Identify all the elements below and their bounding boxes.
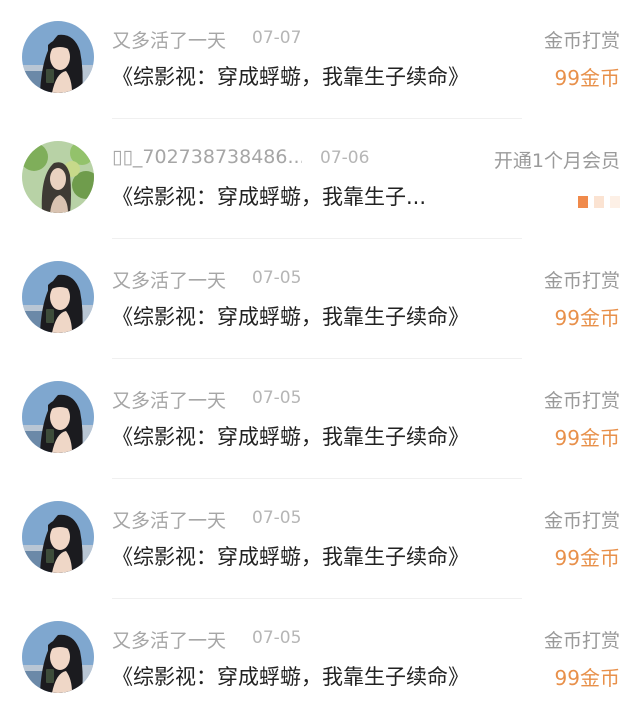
list-item[interactable]: ▯▯_702738738486... 07-06 《综影视：穿成蜉蝣，我靠生子.… bbox=[0, 120, 640, 240]
list-item[interactable]: 又多活了一天 07-05 《综影视：穿成蜉蝣，我靠生子续命》 金币打赏 99金币 bbox=[0, 600, 640, 720]
action-type: 开通1个月会员 bbox=[493, 150, 620, 172]
divider bbox=[112, 118, 522, 119]
record-date: 07-05 bbox=[252, 268, 302, 288]
avatar[interactable] bbox=[22, 621, 94, 693]
list-item[interactable]: 又多活了一天 07-05 《综影视：穿成蜉蝣，我靠生子续命》 金币打赏 99金币 bbox=[0, 480, 640, 600]
vip-badge-icon bbox=[572, 193, 620, 208]
book-title[interactable]: 《综影视：穿成蜉蝣，我靠生子续命》 bbox=[112, 61, 469, 91]
user-name[interactable]: 又多活了一天 bbox=[112, 626, 226, 653]
avatar[interactable] bbox=[22, 381, 94, 453]
action-type: 金币打赏 bbox=[543, 510, 620, 532]
divider bbox=[112, 598, 522, 599]
user-name[interactable]: ▯▯_702738738486... bbox=[112, 146, 302, 168]
list-item[interactable]: 又多活了一天 07-05 《综影视：穿成蜉蝣，我靠生子续命》 金币打赏 99金币 bbox=[0, 240, 640, 360]
divider bbox=[112, 238, 522, 239]
coin-amount: 99金币 bbox=[554, 546, 620, 570]
book-title[interactable]: 《综影视：穿成蜉蝣，我靠生子续命》 bbox=[112, 541, 469, 571]
book-title[interactable]: 《综影视：穿成蜉蝣，我靠生子续命》 bbox=[112, 421, 469, 451]
coin-amount: 99金币 bbox=[554, 66, 620, 90]
record-date: 07-05 bbox=[252, 508, 302, 528]
record-date: 07-05 bbox=[252, 388, 302, 408]
user-name[interactable]: 又多活了一天 bbox=[112, 386, 226, 413]
list-item[interactable]: 又多活了一天 07-05 《综影视：穿成蜉蝣，我靠生子续命》 金币打赏 99金币 bbox=[0, 360, 640, 480]
action-type: 金币打赏 bbox=[543, 270, 620, 292]
avatar[interactable] bbox=[22, 501, 94, 573]
list-item[interactable]: 又多活了一天 07-07 《综影视：穿成蜉蝣，我靠生子续命》 金币打赏 99金币 bbox=[0, 0, 640, 120]
user-name[interactable]: 又多活了一天 bbox=[112, 506, 226, 533]
book-title[interactable]: 《综影视：穿成蜉蝣，我靠生子续命》 bbox=[112, 301, 469, 331]
coin-amount: 99金币 bbox=[554, 306, 620, 330]
record-date: 07-05 bbox=[252, 628, 302, 648]
avatar[interactable] bbox=[22, 21, 94, 93]
divider bbox=[112, 478, 522, 479]
coin-amount: 99金币 bbox=[554, 666, 620, 690]
action-type: 金币打赏 bbox=[543, 390, 620, 412]
record-date: 07-07 bbox=[252, 28, 302, 48]
avatar[interactable] bbox=[22, 261, 94, 333]
action-type: 金币打赏 bbox=[543, 630, 620, 652]
user-name[interactable]: 又多活了一天 bbox=[112, 26, 226, 53]
coin-amount: 99金币 bbox=[554, 426, 620, 450]
record-date: 07-06 bbox=[320, 148, 370, 168]
book-title[interactable]: 《综影视：穿成蜉蝣，我靠生子... bbox=[112, 181, 426, 211]
action-type: 金币打赏 bbox=[543, 30, 620, 52]
divider bbox=[112, 358, 522, 359]
book-title[interactable]: 《综影视：穿成蜉蝣，我靠生子续命》 bbox=[112, 661, 469, 691]
user-name[interactable]: 又多活了一天 bbox=[112, 266, 226, 293]
avatar[interactable] bbox=[22, 141, 94, 213]
